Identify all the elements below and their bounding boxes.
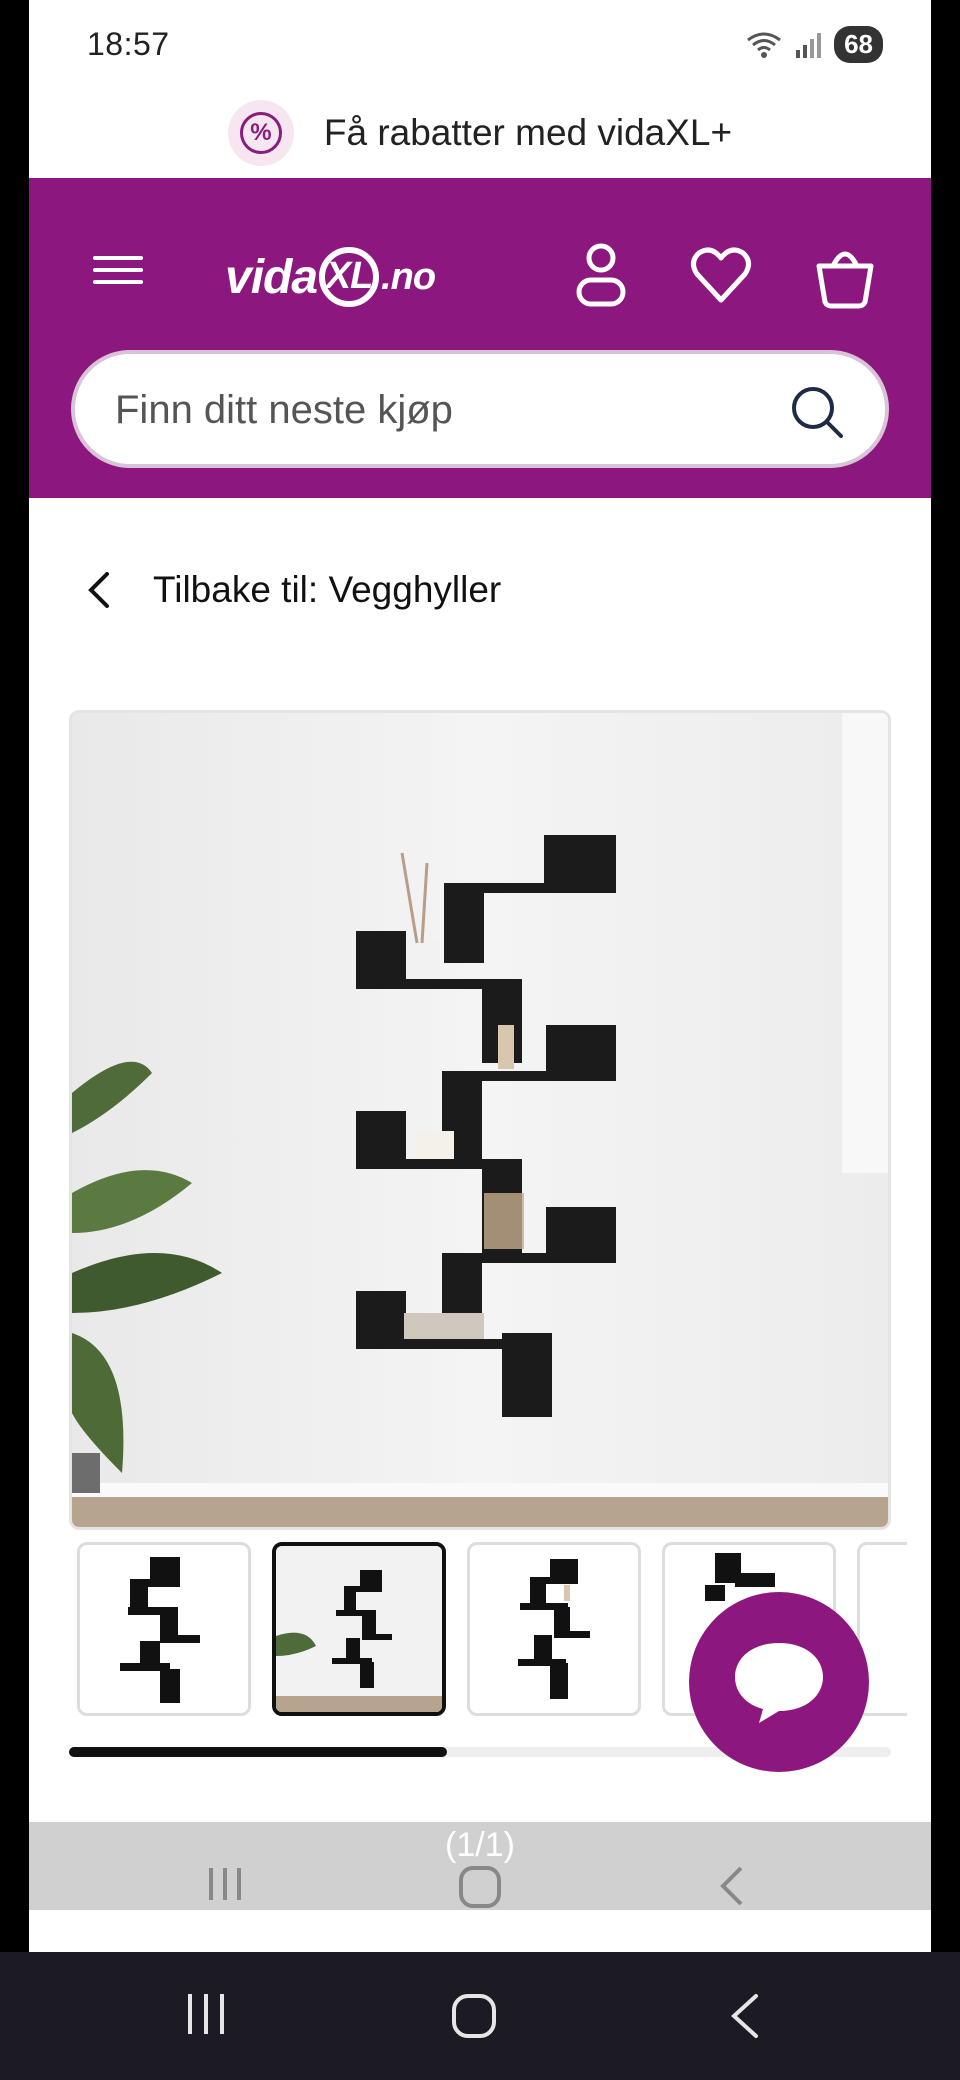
heart-icon[interactable] [689,240,753,310]
thumbnail[interactable] [467,1542,641,1716]
status-time: 18:57 [87,26,170,62]
product-photo [72,713,888,1527]
chat-button[interactable] [689,1592,869,1772]
status-icons: 68 [744,26,883,63]
screen-edge-left [0,0,29,1952]
thumbnail[interactable] [272,1542,446,1716]
chat-bubble-icon [735,1643,823,1723]
logo-text-vida: vida [225,250,318,304]
logo-text-no: .no [381,255,436,298]
chevron-left-icon [88,572,109,608]
promo-banner[interactable]: % Få rabatter med vidaXL+ [29,88,931,178]
image-counter: (1/1) [445,1826,515,1864]
menu-icon[interactable] [93,248,149,304]
back-icon[interactable] [728,1992,762,2040]
logo-text-xl: XL [319,247,380,307]
search-icon[interactable] [789,384,845,440]
site-header: vida XL .no [29,178,931,498]
home-icon[interactable] [450,1992,498,2040]
gallery-scroll-progress [69,1747,448,1757]
back-link-label: Tilbake til: Vegghyller [153,569,502,610]
overlay-nav-bar: (1/1) [29,1822,931,1910]
app-screen: 18:57 68 % Få rabatter med vidaXL+ vida [29,0,931,1952]
thumbnail[interactable] [77,1542,251,1716]
recent-apps-icon[interactable] [184,1992,228,2036]
basket-icon[interactable] [813,240,877,310]
percent-icon: % [227,100,294,166]
signal-icon [796,32,822,58]
system-nav-bar [0,1952,960,2080]
home-icon[interactable] [457,1864,503,1910]
promo-text: Få rabatter med vidaXL+ [323,112,733,153]
status-bar: 18:57 68 [29,0,931,88]
battery-indicator: 68 [834,26,883,63]
search-bar[interactable] [71,350,889,468]
user-icon[interactable] [569,240,633,310]
back-link[interactable]: Tilbake til: Vegghyller [85,560,501,620]
screen-edge-right [931,0,960,1952]
wifi-icon [747,32,781,58]
back-icon[interactable] [717,1864,747,1908]
search-input[interactable] [115,380,755,440]
recent-apps-icon[interactable] [205,1864,245,1904]
product-main-image[interactable] [69,710,891,1530]
site-logo[interactable]: vida XL .no [225,232,445,322]
